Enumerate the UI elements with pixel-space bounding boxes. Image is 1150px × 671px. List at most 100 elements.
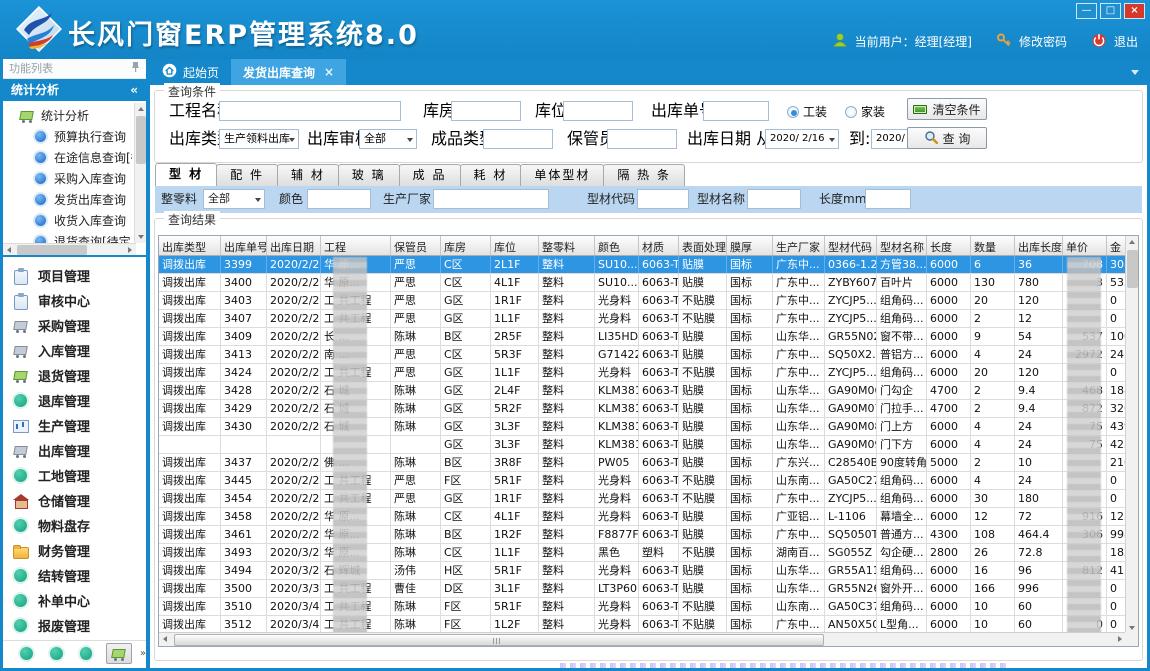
sidebar-item-instock[interactable]: 入库管理 bbox=[3, 338, 146, 363]
material-tab-0[interactable]: 型 材 bbox=[155, 163, 217, 186]
tab-shipping-outbound-query[interactable]: 发货出库查询 × bbox=[231, 59, 346, 85]
search-button[interactable]: 查 询 bbox=[907, 127, 987, 149]
profile-code-input[interactable] bbox=[637, 189, 689, 209]
table-row[interactable]: 调拨出库34242020/2/26工 共工程严思G区1L1F整料光身料6063-… bbox=[159, 364, 1139, 382]
grid-vertical-scrollbar[interactable] bbox=[1125, 236, 1138, 634]
sidebar-item-returnstock[interactable]: 退库管理 bbox=[3, 388, 146, 413]
table-row[interactable]: 调拨出库34092020/2/25长 ...陈琳B区2R5F整料LI35HD60… bbox=[159, 328, 1139, 346]
sidebar-item-carryover[interactable]: 结转管理 bbox=[3, 563, 146, 588]
tree-vertical-scrollbar[interactable] bbox=[134, 103, 146, 243]
out-audit-select[interactable]: 全部 bbox=[359, 129, 417, 149]
material-tab-2[interactable]: 辅 材 bbox=[277, 164, 339, 186]
column-header-15[interactable]: 长度 bbox=[927, 236, 971, 255]
column-header-10[interactable]: 表面处理 bbox=[679, 236, 727, 255]
table-row[interactable]: 调拨出库35002020/3/3工 共工程曹佳D区3L1F整料LT3P60606… bbox=[159, 580, 1139, 598]
date-from-select[interactable]: 2020/ 2/16 bbox=[765, 129, 839, 149]
table-row[interactable]: 调拨出库34372020/2/27佛 ...陈琳B区3R8F整料PW056063… bbox=[159, 454, 1139, 472]
table-row[interactable]: 调拨出库34282020/2/26石 城陈琳G区2L4F整料KLM3817606… bbox=[159, 382, 1139, 400]
radio-jiazhuang[interactable]: 家装 bbox=[845, 103, 885, 120]
tree-item-4[interactable]: 收货入库查询 bbox=[9, 210, 132, 231]
tree-item-0[interactable]: 预算执行查询 bbox=[9, 126, 132, 147]
material-tab-5[interactable]: 耗 材 bbox=[460, 164, 522, 186]
column-header-1[interactable]: 出库单号 bbox=[221, 236, 267, 255]
minimize-button[interactable]: — bbox=[1076, 3, 1097, 19]
product-type-input[interactable] bbox=[483, 129, 553, 149]
color-input[interactable] bbox=[307, 189, 371, 209]
column-header-8[interactable]: 颜色 bbox=[595, 236, 639, 255]
material-tab-1[interactable]: 配 件 bbox=[216, 164, 278, 186]
clear-conditions-button[interactable]: 清空条件 bbox=[907, 98, 987, 120]
material-tab-6[interactable]: 单体型材 bbox=[520, 164, 604, 186]
table-row[interactable]: 调拨出库34542020/2/28工 共工程严思G区1R1F整料光身料6063-… bbox=[159, 490, 1139, 508]
material-tab-7[interactable]: 隔 热 条 bbox=[603, 164, 685, 186]
table-row[interactable]: 调拨出库34582020/2/28华 原...陈琳C区4L1F整料光身料6063… bbox=[159, 508, 1139, 526]
sidebar-item-finance[interactable]: 财务管理 bbox=[3, 538, 146, 563]
sidebar-item-scrap[interactable]: 报废管理 bbox=[3, 613, 146, 638]
table-row[interactable]: 调拨出库34132020/2/26南 ...严思C区5R3F整料G7142260… bbox=[159, 346, 1139, 364]
change-password-link[interactable]: 修改密码 bbox=[1019, 33, 1067, 50]
sidebar-item-project[interactable]: 项目管理 bbox=[3, 263, 146, 288]
column-header-12[interactable]: 生产厂家 bbox=[773, 236, 825, 255]
tab-home[interactable]: 起始页 bbox=[150, 59, 231, 85]
profile-name-input[interactable] bbox=[747, 189, 801, 209]
radio-gongzhuang[interactable]: 工装 bbox=[787, 103, 827, 120]
project-name-input[interactable] bbox=[219, 101, 401, 121]
logout-link[interactable]: 退出 bbox=[1114, 33, 1138, 50]
sidebar-item-production[interactable]: 生产管理 bbox=[3, 413, 146, 438]
table-row[interactable]: 调拨出库34072020/2/25工 共工程严思G区1L1F整料光身料6063-… bbox=[159, 310, 1139, 328]
tab-close-icon[interactable]: × bbox=[324, 65, 334, 79]
tree-item-2[interactable]: 采购入库查询 bbox=[9, 168, 132, 189]
length-input[interactable] bbox=[865, 189, 911, 209]
tree-horizontal-scrollbar[interactable] bbox=[3, 243, 136, 255]
table-row[interactable]: 调拨出库34032020/2/25工 共工程严思G区1R1F整料光身料6063-… bbox=[159, 292, 1139, 310]
column-header-4[interactable]: 保管员 bbox=[391, 236, 441, 255]
more-chevron[interactable]: » bbox=[140, 649, 146, 658]
tree-item-1[interactable]: 在途信息查询[待 bbox=[9, 147, 132, 168]
warehouse-input[interactable] bbox=[451, 101, 521, 121]
table-row[interactable]: 调拨出库34302020/2/26石 城陈琳G区3L3F整料KLM3817606… bbox=[159, 418, 1139, 436]
out-type-select[interactable]: 生产领料出库 bbox=[219, 129, 299, 149]
sidebar-item-audit[interactable]: 审核中心 bbox=[3, 288, 146, 313]
order-no-input[interactable] bbox=[703, 101, 769, 121]
table-row[interactable]: 调拨出库34942020/3/2石 辉城汤伟H区5R1F整料光身料6063-T5… bbox=[159, 562, 1139, 580]
location-input[interactable] bbox=[563, 101, 633, 121]
toolbar-cart-button[interactable] bbox=[106, 643, 132, 664]
column-header-11[interactable]: 膜厚 bbox=[727, 236, 773, 255]
table-row[interactable]: 调拨出库34292020/2/26石 城陈琳G区5R2F整料KLM3817606… bbox=[159, 400, 1139, 418]
column-header-17[interactable]: 出库长度 bbox=[1015, 236, 1063, 255]
tree-root[interactable]: 统计分析 bbox=[9, 105, 132, 126]
maker-input[interactable] bbox=[433, 189, 549, 209]
grid-horizontal-scrollbar[interactable] bbox=[159, 632, 1126, 646]
sidebar-item-purchase[interactable]: 采购管理 bbox=[3, 313, 146, 338]
table-row[interactable]: 调拨出库34452020/2/27工 共工程严思F区5R1F整料光身料6063-… bbox=[159, 472, 1139, 490]
column-header-7[interactable]: 整零料 bbox=[539, 236, 595, 255]
column-header-13[interactable]: 型材代码 bbox=[825, 236, 877, 255]
column-header-14[interactable]: 型材名称 bbox=[877, 236, 927, 255]
close-button[interactable]: × bbox=[1124, 3, 1145, 19]
table-row[interactable]: 调拨出库34612020/2/28华 原...陈琳B区1R2F整料F8877FT… bbox=[159, 526, 1139, 544]
sidebar-item-inventory[interactable]: 物料盘存 bbox=[3, 513, 146, 538]
sidebar-item-outstock[interactable]: 出库管理 bbox=[3, 438, 146, 463]
column-header-0[interactable]: 出库类型 bbox=[159, 236, 221, 255]
pin-icon[interactable] bbox=[131, 59, 140, 78]
column-header-5[interactable]: 库房 bbox=[441, 236, 491, 255]
table-row[interactable]: 调拨出库34002020/2/25华 原...严思C区4L1F整料SU10...… bbox=[159, 274, 1139, 292]
sidebar-item-site[interactable]: 工地管理 bbox=[3, 463, 146, 488]
dot-icon[interactable] bbox=[80, 647, 93, 660]
dot-icon[interactable] bbox=[20, 647, 33, 660]
column-header-6[interactable]: 库位 bbox=[491, 236, 539, 255]
tree-item-3[interactable]: 发货出库查询 bbox=[9, 189, 132, 210]
table-row[interactable]: G区3L3F整料KLM38176063-T5贴膜国标山东华...GA90M09.… bbox=[159, 436, 1139, 454]
column-header-18[interactable]: 单价 bbox=[1063, 236, 1107, 255]
scrollbar-thumb[interactable] bbox=[174, 634, 824, 646]
whole-part-select[interactable]: 全部 bbox=[203, 189, 265, 209]
material-tab-4[interactable]: 成 品 bbox=[399, 164, 461, 186]
table-row[interactable]: 调拨出库34932020/3/2华 原...陈琳C区1L1F整料黑色塑料不贴膜国… bbox=[159, 544, 1139, 562]
sidebar-item-warehouse[interactable]: 仓储管理 bbox=[3, 488, 146, 513]
table-row[interactable]: 调拨出库33992020/2/25华 原...严思C区2L1F整料SU10...… bbox=[159, 256, 1139, 274]
sidebar-item-returns[interactable]: 退货管理 bbox=[3, 363, 146, 388]
sidebar-section-header[interactable]: 统计分析 « bbox=[3, 79, 146, 101]
maximize-button[interactable]: □ bbox=[1100, 3, 1121, 19]
table-row[interactable]: 调拨出库35102020/3/4工 共工程陈琳F区5R1F整料光身料6063-T… bbox=[159, 598, 1139, 616]
keeper-input[interactable] bbox=[607, 129, 677, 149]
